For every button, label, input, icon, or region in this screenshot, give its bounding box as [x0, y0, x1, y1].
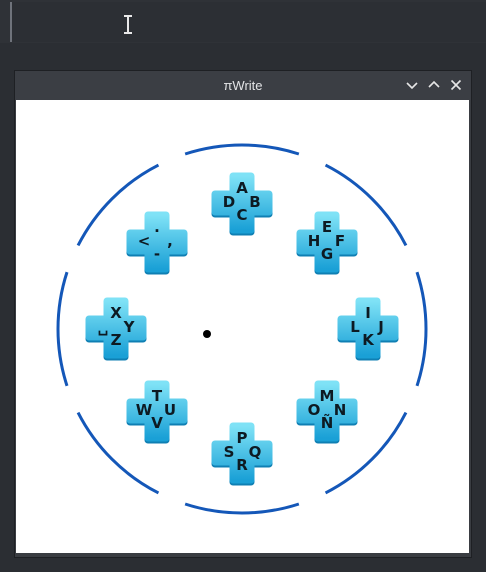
title-bar[interactable]: πWrite — [15, 71, 471, 100]
key-letter-bottom: V — [151, 414, 163, 432]
key-group-xyz-space[interactable]: X␣ YZ — [85, 297, 147, 361]
ring-segment — [56, 271, 69, 387]
key-group-punctuation[interactable]: .< ,- — [126, 211, 188, 275]
key-letter-right: Y — [123, 318, 136, 336]
ring-segment — [415, 271, 428, 387]
key-letter-left: H — [308, 232, 321, 250]
key-group-tuvw[interactable]: TW UV — [126, 380, 188, 444]
key-letter-left: D — [223, 193, 235, 211]
key-letter-bottom: R — [236, 456, 248, 474]
key-letter-left: O — [308, 401, 321, 419]
letter-wheel: AD BCEH FGIL JKMO NÑPS QRTW UVX␣ YZ.< ,- — [56, 143, 428, 515]
key-group-efgh[interactable]: EH FG — [296, 211, 358, 275]
key-letter-bottom: Z — [111, 331, 122, 349]
key-letter-left: < — [138, 232, 151, 250]
key-letter-left: S — [224, 443, 235, 461]
key-letter-left: L — [350, 318, 360, 336]
key-letter-right: Q — [249, 443, 262, 461]
key-letter-top: . — [154, 218, 160, 236]
chevron-down-icon — [406, 82, 418, 90]
top-bar — [0, 0, 486, 43]
key-letter-bottom: Ñ — [321, 413, 334, 432]
center-dot-icon — [203, 330, 211, 338]
key-letter-top: I — [365, 304, 371, 322]
close-icon — [450, 79, 462, 91]
input-border — [10, 2, 12, 42]
key-group-ijkl[interactable]: IL JK — [337, 297, 399, 361]
key-letter-top: T — [152, 387, 163, 405]
chevron-up-icon — [428, 80, 440, 88]
close-button[interactable] — [448, 77, 464, 93]
ring-segment — [184, 502, 300, 515]
key-letter-top: M — [320, 387, 335, 405]
key-letter-bottom: G — [321, 245, 333, 263]
key-letter-right: , — [167, 232, 173, 250]
ring-segment — [184, 143, 300, 156]
key-group-mnno[interactable]: MO NÑ — [296, 380, 358, 444]
key-letter-right: U — [164, 401, 176, 419]
key-letter-right: B — [249, 193, 260, 211]
key-letter-bottom: C — [236, 206, 247, 224]
key-letter-right: N — [334, 401, 347, 419]
key-letter-top: A — [236, 179, 248, 197]
key-letter-top: E — [322, 218, 332, 236]
key-letter-left: W — [136, 401, 153, 419]
key-letter-left: ␣ — [98, 318, 109, 336]
key-letter-top: X — [110, 304, 122, 322]
key-letter-top: P — [237, 429, 248, 447]
key-letter-right: J — [377, 318, 384, 336]
keyboard-canvas[interactable]: A D B C E H F G I L J K M O N Ñ P S Q R T W U V X ␣ Y Z. <, - — [16, 100, 469, 553]
pi-write-window: πWrite ADBC EHFG I L J K M O N Ñ P S Q R … — [14, 70, 472, 558]
maximize-button[interactable] — [426, 77, 442, 93]
key-letter-bottom: K — [362, 331, 375, 349]
key-letter-bottom: - — [154, 245, 160, 263]
window-title: πWrite — [223, 78, 263, 93]
key-group-abcd[interactable]: AD BC — [211, 172, 273, 236]
minimize-button[interactable] — [404, 77, 420, 93]
key-letter-right: F — [335, 232, 345, 250]
text-cursor-icon — [122, 14, 134, 34]
text-input[interactable] — [12, 2, 486, 42]
key-group-pqrs[interactable]: PS QR — [211, 422, 273, 486]
